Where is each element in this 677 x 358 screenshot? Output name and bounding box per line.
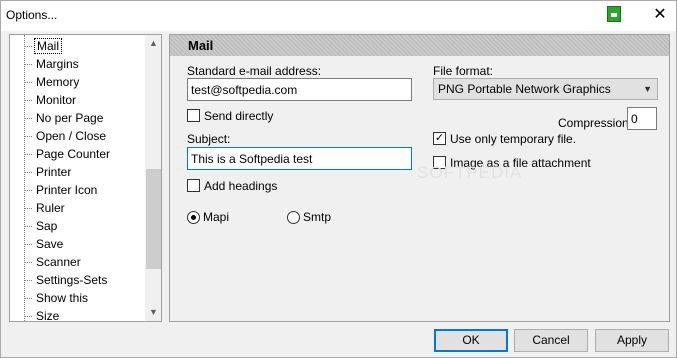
mapi-label: Mapi [203,210,230,224]
file-format-select[interactable]: PNG Portable Network Graphics ▼ [433,78,658,100]
download-icon[interactable] [607,6,621,22]
tree-item-margins[interactable]: Margins [24,55,144,73]
temp-file-label: Use only temporary file. [450,132,577,146]
compression-field[interactable] [627,107,657,130]
ok-button[interactable]: OK [434,329,508,352]
title-bar: Options... ✕ [1,1,676,31]
scroll-up-icon[interactable]: ▲ [145,35,161,52]
file-format-label: File format: [433,64,494,78]
tree-scrollbar[interactable]: ▲ ▼ [145,35,161,321]
temp-file-checkbox[interactable]: ✓ [433,132,446,145]
window-title: Options... [6,8,58,22]
tree-item-mail[interactable]: Mail [24,37,144,55]
tree-item-save[interactable]: Save [24,235,144,253]
tree-item-settings-sets[interactable]: Settings-Sets [24,271,144,289]
panel-title: Mail [188,38,214,53]
smtp-label: Smtp [303,210,332,224]
watermark-text: SOFTPEDIA [417,163,523,182]
panel-header: Mail [170,35,669,56]
chevron-down-icon: ▼ [643,84,652,94]
add-headings-checkbox[interactable] [187,179,200,192]
add-headings-label: Add headings [204,179,278,193]
subject-label: Subject: [187,132,231,146]
tree-item-size[interactable]: Size [24,307,144,321]
tree-item-open-close[interactable]: Open / Close [24,127,144,145]
email-label: Standard e-mail address: [187,64,322,78]
mapi-radio[interactable] [187,211,200,224]
tree-item-printer-icon[interactable]: Printer Icon [24,181,144,199]
email-field[interactable] [187,78,412,101]
tree-item-page-counter[interactable]: Page Counter [24,145,144,163]
mail-settings-panel: Mail Standard e-mail address: Send direc… [169,34,670,322]
tree-item-scanner[interactable]: Scanner [24,253,144,271]
send-directly-label: Send directly [204,109,274,123]
send-directly-checkbox[interactable] [187,109,200,122]
subject-field[interactable] [187,147,412,170]
options-dialog: Options... ✕ Mail Margins Memory Monitor… [0,0,677,358]
cancel-button[interactable]: Cancel [514,329,588,352]
tree-item-monitor[interactable]: Monitor [24,91,144,109]
tree-item-memory[interactable]: Memory [24,73,144,91]
apply-button[interactable]: Apply [595,329,669,352]
tree-item-show-this[interactable]: Show this [24,289,144,307]
scroll-down-icon[interactable]: ▼ [145,304,161,321]
close-button[interactable]: ✕ [646,3,674,27]
file-format-value: PNG Portable Network Graphics [438,82,611,96]
category-tree[interactable]: Mail Margins Memory Monitor No per Page … [9,34,162,322]
smtp-radio[interactable] [287,211,300,224]
tree-item-ruler[interactable]: Ruler [24,199,144,217]
tree-item-no-per-page[interactable]: No per Page [24,109,144,127]
scroll-thumb[interactable] [146,169,161,269]
tree-item-printer[interactable]: Printer [24,163,144,181]
compression-label: Compression: [558,116,633,130]
tree-item-sap[interactable]: Sap [24,217,144,235]
